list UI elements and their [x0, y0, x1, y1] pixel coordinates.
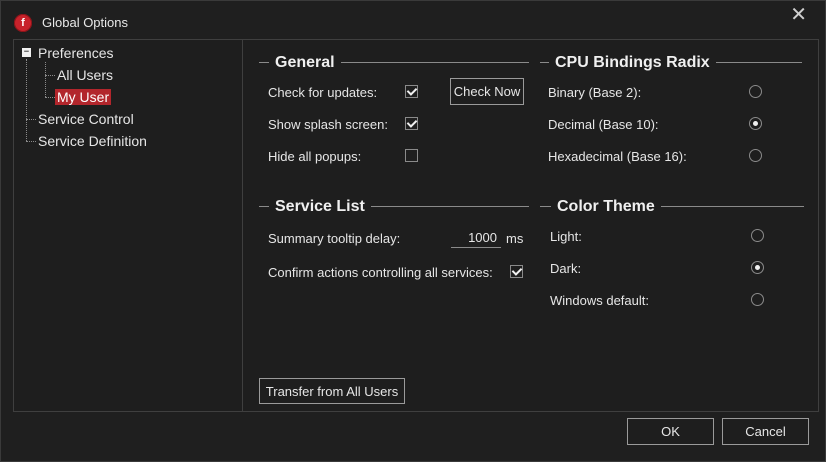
theme-windows-radio[interactable] [751, 293, 764, 306]
radix-hex-label: Hexadecimal (Base 16): [548, 149, 687, 164]
splash-screen-label: Show splash screen: [268, 117, 388, 132]
ok-button[interactable]: OK [627, 418, 714, 445]
check-updates-checkbox[interactable] [405, 85, 418, 98]
tooltip-delay-unit: ms [506, 231, 524, 246]
confirm-actions-label: Confirm actions controlling all services… [268, 265, 493, 280]
tree-connector [45, 75, 55, 76]
tree-item-preferences[interactable]: Preferences [38, 44, 113, 62]
tree-item-label: Service Control [38, 111, 134, 127]
theme-dark-label: Dark: [550, 261, 582, 276]
radix-decimal-radio[interactable] [749, 117, 762, 130]
cancel-button[interactable]: Cancel [722, 418, 809, 445]
tree-item-service-control[interactable]: Service Control [38, 110, 134, 128]
splash-screen-checkbox[interactable] [405, 117, 418, 130]
radix-binary-radio[interactable] [749, 85, 762, 98]
general-header: General [269, 54, 341, 72]
check-updates-label: Check for updates: [268, 85, 378, 100]
tree-item-label: Preferences [38, 45, 114, 61]
tree-connector [26, 59, 27, 141]
hide-popups-checkbox[interactable] [405, 149, 418, 162]
service-list-header: Service List [269, 198, 371, 216]
radix-binary-label: Binary (Base 2): [548, 85, 642, 100]
transfer-from-all-users-button[interactable]: Transfer from All Users [259, 378, 405, 404]
tree-item-label: All Users [57, 67, 114, 83]
confirm-actions-checkbox[interactable] [510, 265, 523, 278]
hide-popups-label: Hide all popups: [268, 149, 362, 164]
global-options-window: f Global Options ✕ − Preferences All Use… [0, 0, 826, 462]
options-tree: − Preferences All Users My User Service … [14, 40, 243, 411]
tree-item-service-definition[interactable]: Service Definition [38, 132, 147, 150]
tooltip-delay-label: Summary tooltip delay: [268, 231, 401, 246]
tree-item-all-users[interactable]: All Users [57, 66, 113, 84]
tree-item-label: Service Definition [38, 133, 147, 149]
tree-item-label: My User [55, 89, 112, 105]
tooltip-delay-input[interactable] [451, 227, 501, 248]
app-logo-icon: f [14, 14, 32, 32]
tree-connector [45, 62, 46, 97]
theme-dark-radio[interactable] [751, 261, 764, 274]
radix-hex-radio[interactable] [749, 149, 762, 162]
theme-windows-label: Windows default: [550, 293, 649, 308]
tree-connector [26, 119, 36, 120]
title-bar[interactable]: f Global Options ✕ [1, 1, 825, 39]
collapse-icon[interactable]: − [22, 48, 31, 57]
close-icon[interactable]: ✕ [790, 5, 807, 25]
check-now-button[interactable]: Check Now [450, 78, 524, 105]
tree-connector [45, 97, 55, 98]
window-title: Global Options [42, 15, 128, 30]
tree-connector [26, 141, 36, 142]
theme-light-label: Light: [550, 229, 582, 244]
color-theme-header: Color Theme [551, 198, 661, 216]
options-panel: − Preferences All Users My User Service … [13, 39, 819, 412]
radix-decimal-label: Decimal (Base 10): [548, 117, 659, 132]
theme-light-radio[interactable] [751, 229, 764, 242]
cpu-radix-header: CPU Bindings Radix [549, 54, 716, 72]
tree-item-my-user[interactable]: My User [55, 88, 112, 106]
